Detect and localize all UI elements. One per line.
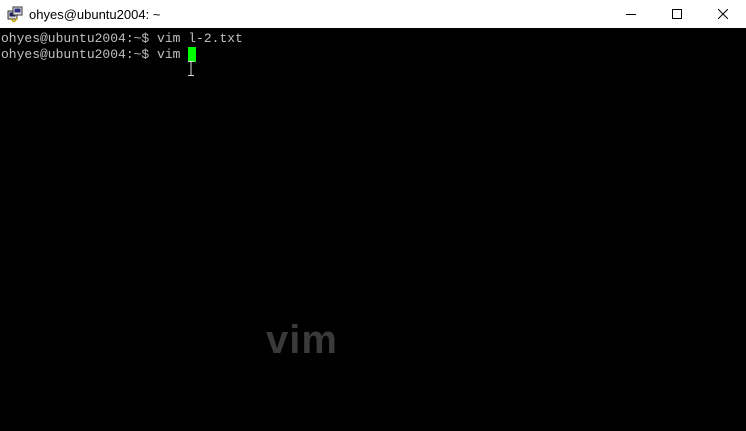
close-button[interactable] [700, 0, 746, 28]
shell-command-input[interactable]: vim [157, 47, 188, 62]
minimize-icon [626, 14, 636, 15]
shell-prompt: ohyes@ubuntu2004:~$ [1, 31, 158, 46]
terminal-output[interactable]: ohyes@ubuntu2004:~$ vim l-2.txt ohyes@ub… [0, 28, 746, 431]
window-title: ohyes@ubuntu2004: ~ [29, 6, 161, 22]
terminal-line-active[interactable]: ohyes@ubuntu2004:~$ vim [0, 47, 746, 63]
window-controls [608, 0, 746, 28]
minimize-button[interactable] [608, 0, 654, 28]
putty-icon[interactable] [7, 6, 23, 24]
maximize-icon [672, 9, 682, 19]
terminal-window: ohyes@ubuntu2004: ~ ohyes@ubuntu2004:~$ [0, 0, 746, 431]
vim-watermark: vim [266, 318, 338, 362]
maximize-button[interactable] [654, 0, 700, 28]
shell-command: vim l-2.txt [157, 31, 243, 46]
terminal-line: ohyes@ubuntu2004:~$ vim l-2.txt [0, 31, 746, 47]
close-icon [718, 9, 728, 19]
ibeam-cursor-icon [188, 61, 194, 76]
title-bar[interactable]: ohyes@ubuntu2004: ~ [0, 0, 746, 28]
text-cursor [188, 47, 197, 62]
shell-prompt: ohyes@ubuntu2004:~$ [1, 47, 158, 62]
